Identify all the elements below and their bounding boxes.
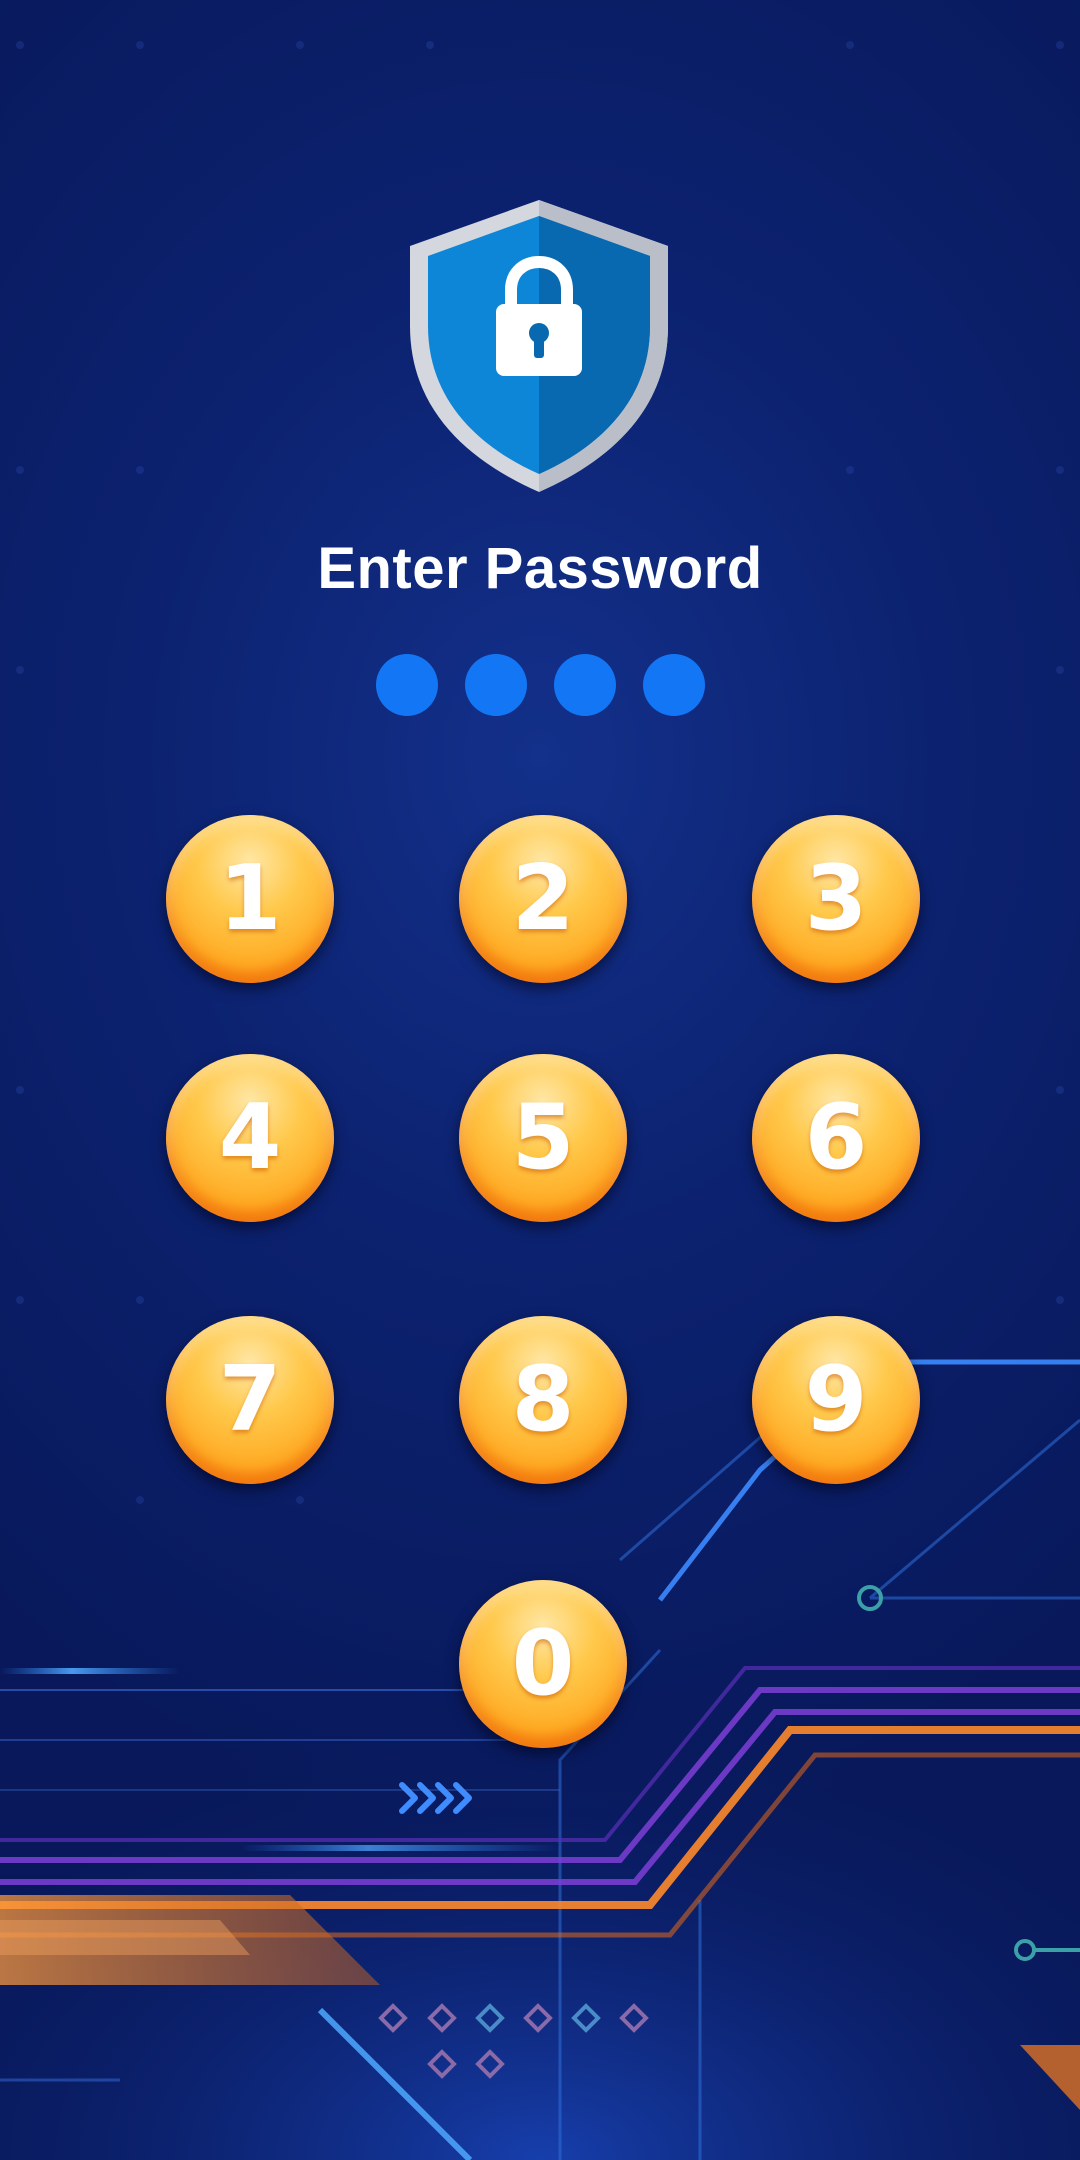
page-title: Enter Password xyxy=(317,536,763,601)
pin-dot xyxy=(375,654,438,716)
lock-screen: Enter Password 123 456 7890 xyxy=(0,0,1080,2160)
key-2-button[interactable]: 2 xyxy=(459,815,627,983)
pin-indicator xyxy=(0,654,1080,716)
pin-dot xyxy=(553,654,616,716)
key-7-button[interactable]: 7 xyxy=(166,1316,334,1484)
pin-dot xyxy=(464,654,527,716)
shield-lock-icon xyxy=(410,200,668,492)
key-6-button[interactable]: 6 xyxy=(752,1054,920,1222)
key-0-button[interactable]: 0 xyxy=(459,1580,627,1748)
key-1-button[interactable]: 1 xyxy=(166,815,334,983)
key-8-button[interactable]: 8 xyxy=(459,1316,627,1484)
key-5-button[interactable]: 5 xyxy=(459,1054,627,1222)
key-4-button[interactable]: 4 xyxy=(166,1054,334,1222)
key-9-button[interactable]: 9 xyxy=(752,1316,920,1484)
key-3-button[interactable]: 3 xyxy=(752,815,920,983)
pin-dot xyxy=(642,654,705,716)
